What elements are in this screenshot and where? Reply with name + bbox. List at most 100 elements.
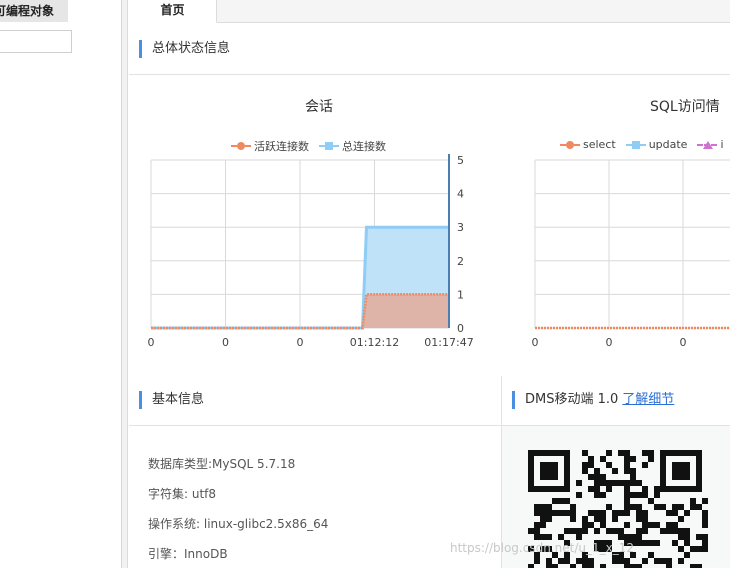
tab-programmable-objects[interactable]: 可编程对象	[0, 0, 68, 22]
qr-module	[702, 534, 708, 540]
qr-module	[612, 558, 618, 564]
qr-module	[642, 486, 648, 492]
qr-module	[618, 450, 624, 456]
qr-module	[624, 510, 630, 516]
qr-module	[630, 504, 636, 510]
qr-module	[546, 510, 552, 516]
qr-module	[636, 540, 642, 546]
learn-more-link[interactable]: 了解细节	[622, 392, 674, 407]
qr-module	[582, 468, 588, 474]
qr-module	[642, 462, 648, 468]
qr-module	[636, 504, 642, 510]
qr-module	[564, 528, 570, 534]
sidebar-search-input[interactable]	[0, 30, 72, 53]
qr-module	[564, 498, 570, 504]
qr-module	[600, 510, 606, 516]
qr-module	[642, 540, 648, 546]
watermark-text: https://blog.csdn.net/u_1_x_12	[450, 541, 634, 555]
qr-module	[618, 558, 624, 564]
qr-module	[624, 504, 630, 510]
qr-module	[672, 522, 678, 528]
qr-module	[576, 558, 582, 564]
qr-module	[642, 492, 648, 498]
qr-module	[618, 528, 624, 534]
sidebar-tab-label: 可编程对象	[0, 4, 55, 18]
qr-module	[666, 510, 672, 516]
session-chart: 5 4 3 2 1 0 0 0 0 01:12:12 01:17:47	[148, 154, 474, 349]
qr-module	[558, 534, 564, 540]
qr-module	[594, 480, 600, 486]
qr-module	[600, 564, 606, 568]
sql-chart: 0 0 0	[532, 159, 730, 349]
qr-module	[564, 558, 570, 564]
qr-module	[600, 456, 606, 462]
qr-module	[696, 564, 702, 568]
qr-module	[546, 504, 552, 510]
qr-module	[678, 504, 684, 510]
qr-module	[534, 504, 540, 510]
legend-square-icon	[625, 140, 646, 150]
qr-module	[552, 510, 558, 516]
qr-module	[582, 564, 588, 568]
qr-module	[534, 528, 540, 534]
qr-module	[594, 486, 600, 492]
qr-module	[636, 510, 642, 516]
qr-module	[528, 528, 534, 534]
qr-module	[666, 558, 672, 564]
qr-module	[606, 480, 612, 486]
qr-module	[654, 540, 660, 546]
qr-module	[606, 528, 612, 534]
basic-info-section-title: 基本信息	[139, 391, 204, 409]
object-sidebar: 可编程对象	[0, 0, 122, 568]
qr-module	[666, 522, 672, 528]
qr-module	[552, 564, 558, 568]
qr-module	[540, 510, 546, 516]
qr-module	[534, 558, 540, 564]
qr-module	[594, 516, 600, 522]
tab-bar: 首页	[129, 0, 730, 23]
qr-module	[612, 480, 618, 486]
qr-module	[582, 558, 588, 564]
qr-module	[702, 510, 708, 516]
qr-module	[546, 516, 552, 522]
x-tick-label: 01:12:12	[350, 336, 399, 349]
qr-module	[678, 558, 684, 564]
qr-module	[690, 564, 696, 568]
qr-module	[582, 450, 588, 456]
qr-module	[540, 522, 546, 528]
qr-module	[582, 516, 588, 522]
sidebar-splitter[interactable]	[122, 0, 128, 568]
qr-module	[642, 516, 648, 522]
y-tick-label: 5	[457, 154, 464, 167]
qr-module	[684, 510, 690, 516]
qr-module	[624, 492, 630, 498]
dms-title-text: DMS移动端 1.0	[525, 392, 619, 407]
qr-module	[684, 552, 690, 558]
qr-module	[600, 474, 606, 480]
qr-module	[624, 564, 630, 568]
qr-module	[564, 510, 570, 516]
qr-module	[630, 474, 636, 480]
qr-module	[588, 486, 594, 492]
qr-module	[684, 528, 690, 534]
qr-module	[630, 564, 636, 568]
qr-module	[648, 456, 654, 462]
qr-module	[696, 534, 702, 540]
qr-module	[576, 528, 582, 534]
qr-module	[684, 534, 690, 540]
qr-module	[672, 504, 678, 510]
overview-section-title: 总体状态信息	[139, 40, 230, 58]
qr-module	[690, 498, 696, 504]
qr-module	[684, 540, 690, 546]
qr-module	[558, 498, 564, 504]
qr-module	[630, 480, 636, 486]
qr-module	[546, 558, 552, 564]
divider	[129, 74, 730, 75]
qr-module	[588, 474, 594, 480]
qr-module	[642, 510, 648, 516]
qr-module	[678, 534, 684, 540]
qr-module	[648, 552, 654, 558]
qr-module	[624, 522, 630, 528]
qr-module	[588, 558, 594, 564]
tab-home[interactable]: 首页	[129, 0, 217, 23]
